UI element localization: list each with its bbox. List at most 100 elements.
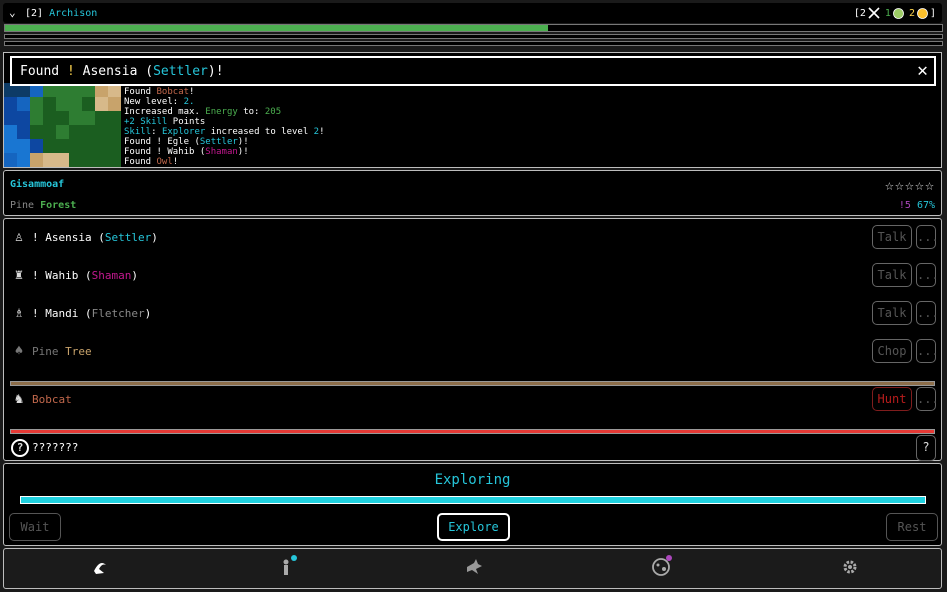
log-text: Found [124,157,157,167]
entity-role: Fletcher [91,307,145,320]
location-name[interactable]: Gisammoaf [10,179,64,190]
log-entry: Found ! Wahib (Shaman)! [124,147,325,157]
log-text: to: [237,107,265,117]
stats-close: ] [929,7,936,19]
energy-bar [4,34,943,39]
rating-stars[interactable]: ☆☆☆☆☆ [885,176,935,194]
settler-icon: ♙ [14,229,24,245]
settings-icon[interactable] [838,557,862,581]
log-entry: Found Owl! [124,157,325,167]
exploring-progress-bar [20,496,926,504]
log-entry: Skill: Explorer increased to level 2! [124,127,325,137]
entity-row[interactable]: ♙! Asensia (Settler) Talk... [4,219,941,257]
notification-role: Settler [153,64,208,79]
entity-row[interactable]: ????????? [4,429,941,467]
entity-close: ) [144,307,152,320]
top-bar: ⌄ [2] Archison [2 1 2 ] [3,3,942,23]
log-text: Explorer [161,127,206,137]
notification-open-paren: ( [145,64,154,79]
entity-label: ??????? [32,441,78,454]
log-text: increased to level [205,127,314,137]
help-button[interactable]: ? [916,435,936,461]
more-button[interactable]: ... [916,339,939,363]
location-stats: !5 67% [899,200,935,211]
log-text: Skill [124,127,152,137]
entity-list: ♙! Asensia (Settler) Talk... ♜! Wahib (Sha… [3,218,942,461]
entity-name: Mandi [45,307,79,320]
character-icon[interactable] [274,555,298,581]
log-entry: Found Bobcat! [124,87,325,97]
log-text: Found ! Wahib ( [124,147,206,157]
coin-icon [917,7,928,19]
more-button[interactable]: ... [916,387,939,411]
biome-type: Pine [10,200,35,211]
explore-icon[interactable] [88,557,112,581]
close-icon[interactable]: ✕ [917,60,928,81]
log-entry: Found ! Egle (Settler)! [124,137,325,147]
character-level: [2] [25,8,44,19]
log-text: ! [319,127,325,137]
entity-role: Shaman [91,269,132,282]
entity-row[interactable]: ♠ Pine Tree Chop... [4,333,941,371]
bobcat-icon: ♞ [14,391,24,407]
entity-bang: ! [32,307,46,320]
pine-tree-icon: ♠ [14,343,24,359]
swords-icon [868,7,880,19]
talk-button[interactable]: Talk [872,225,912,249]
log-text: Found ! Egle ( [124,137,200,147]
gem-icon [893,7,904,19]
log-text: )! [237,147,249,157]
wait-button[interactable]: Wait [9,513,61,541]
entity-open: ( [78,269,92,282]
more-button[interactable]: ... [916,301,939,325]
more-button[interactable]: ... [916,263,939,287]
chevron-down-icon[interactable]: ⌄ [9,6,16,19]
log-text: : [151,127,162,137]
entity-row[interactable]: ♗! Mandi (Fletcher) Talk... [4,295,941,333]
shaman-icon: ♜ [14,267,24,283]
entity-name2: Tree [65,345,92,358]
talk-button[interactable]: Talk [872,263,912,287]
entity-bang: ! [32,231,46,244]
notification-dot [666,555,672,561]
entity-label: Bobcat [32,393,72,406]
stat-combat-value: [2 [853,7,866,19]
notification-dot [291,555,297,561]
location-biome: Pine Forest [10,200,76,211]
entity-name: Wahib [45,269,79,282]
entity-close: ) [151,231,158,244]
log-text: Energy [205,107,238,117]
entity-open: ( [91,231,105,244]
location-panel: Gisammoaf Pine Forest ☆☆☆☆☆ !5 67% [3,170,942,216]
log-entry: +2 Skill Points [124,117,325,127]
hunt-button[interactable]: Hunt [872,387,912,411]
talk-button[interactable]: Talk [872,301,912,325]
notification-close-paren: )! [207,64,224,79]
log-text: Bobcat [156,87,190,97]
world-icon[interactable] [649,555,673,581]
more-button[interactable]: ... [916,225,939,249]
entity-open: ( [78,307,92,320]
entity-close: ) [131,269,138,282]
entity-name1: Pine [32,345,59,358]
explore-button[interactable]: Explore [437,513,510,541]
log-text: ! [189,87,195,97]
character-title[interactable]: [2] Archison [25,8,97,19]
found-notification: Found ! Asensia (Settler)! ✕ [10,56,936,86]
fletcher-icon: ♗ [14,305,24,321]
chop-button[interactable]: Chop [872,339,912,363]
log-text: Shaman [205,147,238,157]
entity-role: Settler [104,231,152,244]
exploring-title: Exploring [434,472,511,488]
rest-button[interactable]: Rest [886,513,938,541]
entity-name1: Bobcat [32,393,72,406]
entity-row[interactable]: ♞ Bobcat Hunt... [4,381,941,419]
minimap[interactable] [4,83,122,167]
log-text: )! [237,137,249,147]
entity-row[interactable]: ♜! Wahib (Shaman) Talk... [4,257,941,295]
crafting-icon[interactable] [462,557,486,581]
log-text: Points [167,117,206,127]
log-text: Settler [199,137,238,147]
log-text: Found [124,87,157,97]
notification-found-label: Found [20,64,60,79]
